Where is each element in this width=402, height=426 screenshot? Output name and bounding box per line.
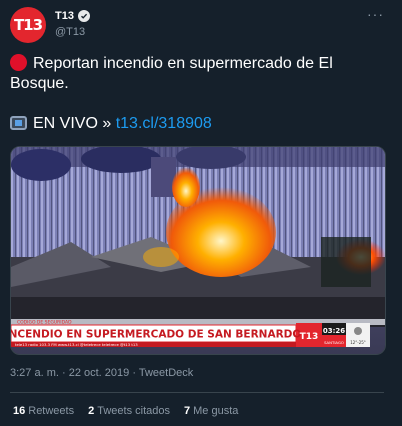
avatar[interactable]: T13 xyxy=(10,7,46,43)
author-handle[interactable]: @T13 xyxy=(55,26,85,38)
likes-stat[interactable]: 7 Me gusta xyxy=(184,405,238,417)
verified-badge-icon xyxy=(77,10,90,22)
tweet-link[interactable]: t13.cl/318908 xyxy=(116,115,212,132)
tweet-time[interactable]: 3:27 a. m. xyxy=(10,367,59,379)
television-emoji-icon xyxy=(10,116,27,130)
broadcast-temperature: 12°-25° xyxy=(350,340,366,345)
red-circle-emoji-icon xyxy=(10,54,27,71)
lower-third-headline: INCENDIO EN SUPERMERCADO DE SAN BERNARDO xyxy=(11,329,301,341)
tweet-media-video[interactable]: CODIGO DE SEGURIDAD INCENDIO EN SUPERMER… xyxy=(10,146,386,355)
tweet-source[interactable]: TweetDeck xyxy=(139,367,193,379)
broadcast-location: SANTIAGO xyxy=(324,340,344,345)
tweet-text: Reportan incendio en supermercado de El … xyxy=(10,54,390,134)
likes-label: Me gusta xyxy=(193,405,239,417)
video-frame: CODIGO DE SEGURIDAD INCENDIO EN SUPERMER… xyxy=(11,147,385,354)
likes-count: 7 xyxy=(184,405,191,417)
retweets-label: Retweets xyxy=(28,405,75,417)
quote-tweets-stat[interactable]: 2 Tweets citados xyxy=(88,405,170,417)
live-prefix: EN VIVO » xyxy=(33,115,112,132)
tweet-headline: Reportan incendio en supermercado de El … xyxy=(10,55,333,92)
channel-logo: T13 xyxy=(300,332,319,342)
lower-third-ticker: tele13 radio 103.3 FM www.t13.cl @teletr… xyxy=(15,342,138,347)
retweets-count: 16 xyxy=(13,405,26,417)
meta-separator: · xyxy=(61,367,66,379)
lower-third-kicker: CODIGO DE SEGURIDAD xyxy=(17,320,72,326)
broadcast-clock: 03:26 xyxy=(323,327,345,335)
author-name-row: T13 xyxy=(55,10,90,22)
display-name[interactable]: T13 xyxy=(55,10,74,22)
retweets-stat[interactable]: 16 Retweets xyxy=(13,405,74,417)
tweet-metadata: 3:27 a. m. · 22 oct. 2019 · TweetDeck xyxy=(10,367,193,379)
meta-separator: · xyxy=(132,367,137,379)
divider xyxy=(10,392,384,393)
quotes-label: Tweets citados xyxy=(97,405,170,417)
more-options-icon[interactable]: ··· xyxy=(367,6,384,22)
engagement-stats: 16 Retweets 2 Tweets citados 7 Me gusta xyxy=(13,405,238,417)
weather-cloud-icon xyxy=(354,327,362,335)
quotes-count: 2 xyxy=(88,405,95,417)
tweet-date[interactable]: 22 oct. 2019 xyxy=(69,367,130,379)
